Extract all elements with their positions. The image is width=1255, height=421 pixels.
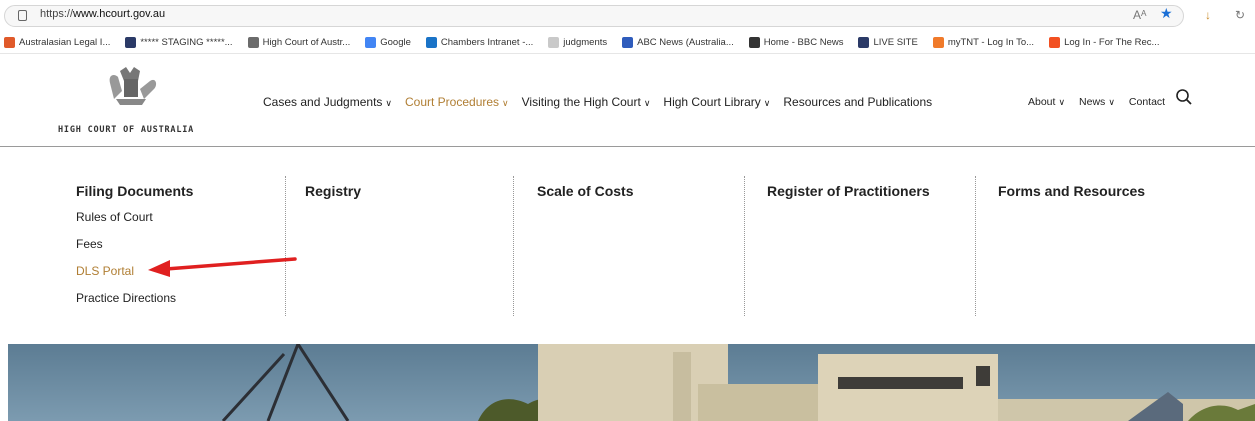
bookmark-favicon-icon bbox=[425, 37, 437, 48]
nav-item[interactable]: Resources and Publications bbox=[783, 95, 932, 109]
menu-column-heading[interactable]: Scale of Costs bbox=[537, 183, 633, 199]
util-nav-item[interactable]: About ∨ bbox=[1028, 96, 1065, 108]
bookmark-label: judgments bbox=[563, 37, 608, 48]
bookmark-favicon-icon bbox=[365, 37, 377, 48]
nav-item-label: Court Procedures bbox=[405, 95, 500, 109]
bookmark-favicon-icon bbox=[4, 37, 15, 48]
chevron-down-icon: ∨ bbox=[502, 98, 509, 108]
bookmark-favicon-icon bbox=[932, 37, 944, 48]
bookmark-favicon-icon bbox=[1049, 37, 1061, 48]
menu-column-heading[interactable]: Filing Documents bbox=[76, 183, 193, 199]
main-navigation: Cases and Judgments ∨ Court Procedures ∨ Vis… bbox=[263, 95, 945, 109]
menu-link[interactable]: Fees bbox=[76, 237, 103, 251]
read-aloud-icon[interactable]: Aᴬ bbox=[1133, 7, 1146, 23]
site-header: HIGH COURT OF AUSTRALIA Cases and Judgme… bbox=[0, 55, 1255, 147]
chevron-down-icon: ∨ bbox=[1108, 97, 1115, 107]
menu-link[interactable]: Practice Directions bbox=[76, 291, 176, 305]
favorite-star-icon[interactable]: ★ bbox=[1160, 5, 1173, 21]
coat-of-arms-logo[interactable] bbox=[100, 63, 162, 107]
chevron-down-icon: ∨ bbox=[643, 98, 651, 108]
util-nav-label: News bbox=[1079, 96, 1106, 108]
bookmark-favicon-icon bbox=[548, 37, 560, 48]
column-divider bbox=[285, 176, 286, 316]
bookmark-item[interactable]: Google bbox=[365, 37, 411, 48]
bookmark-label: myTNT - Log In To... bbox=[947, 37, 1035, 48]
nav-item-label: Resources and Publications bbox=[783, 95, 933, 109]
bookmark-item[interactable]: Home - BBC News bbox=[748, 37, 844, 48]
nav-item[interactable]: Court Procedures ∨ bbox=[405, 95, 509, 109]
util-nav-label: About bbox=[1028, 96, 1056, 108]
column-divider bbox=[744, 176, 745, 316]
menu-link[interactable]: Rules of Court bbox=[76, 210, 153, 224]
chevron-down-icon: ∨ bbox=[1058, 97, 1066, 107]
bookmarks-bar: Australasian Legal I... ***** STAGING ***… bbox=[0, 32, 1255, 54]
bookmark-item[interactable]: Chambers Intranet -... bbox=[425, 37, 534, 48]
annotation-arrow bbox=[148, 257, 297, 277]
browser-address-bar: https://www.hcourt.gov.au Aᴬ ★ ↓ ↻ bbox=[0, 0, 1255, 32]
bookmark-label: High Court of Austr... bbox=[262, 37, 351, 48]
bookmark-label: Home - BBC News bbox=[763, 37, 844, 48]
util-nav-label: Contact bbox=[1128, 96, 1166, 108]
util-nav-item[interactable]: News ∨ bbox=[1079, 96, 1115, 108]
menu-column-heading[interactable]: Forms and Resources bbox=[998, 183, 1145, 199]
bookmark-favicon-icon bbox=[858, 37, 870, 48]
url-host: www.hcourt.gov.au bbox=[73, 8, 166, 20]
bookmark-favicon-icon bbox=[247, 37, 259, 48]
bookmark-favicon-icon bbox=[748, 37, 760, 48]
column-divider bbox=[975, 176, 976, 316]
bookmark-item[interactable]: High Court of Austr... bbox=[247, 37, 351, 48]
url-prefix: https:// bbox=[40, 8, 74, 20]
bookmark-label: Chambers Intranet -... bbox=[440, 37, 534, 48]
nav-item[interactable]: Cases and Judgments ∨ bbox=[263, 95, 392, 109]
menu-column-heading[interactable]: Registry bbox=[305, 183, 361, 199]
nav-item[interactable]: High Court Library ∨ bbox=[663, 95, 770, 109]
bookmark-label: Australasian Legal I... bbox=[19, 37, 111, 48]
hero-building-image bbox=[8, 344, 1255, 421]
url-field[interactable] bbox=[4, 5, 1184, 27]
utility-navigation: About ∨ News ∨ Contact bbox=[1028, 96, 1179, 108]
nav-item[interactable]: Visiting the High Court ∨ bbox=[522, 95, 651, 109]
bookmark-label: ***** STAGING *****... bbox=[140, 37, 233, 48]
bookmark-label: Log In - For The Rec... bbox=[1064, 37, 1160, 48]
download-icon[interactable]: ↓ bbox=[1205, 7, 1211, 23]
search-icon[interactable] bbox=[1175, 88, 1193, 106]
bookmark-item[interactable]: Australasian Legal I... bbox=[4, 37, 110, 48]
chevron-down-icon: ∨ bbox=[763, 98, 771, 108]
bookmark-favicon-icon bbox=[622, 37, 634, 48]
bookmark-label: Google bbox=[380, 37, 411, 48]
menu-column-heading[interactable]: Register of Practitioners bbox=[767, 183, 930, 199]
bookmark-label: ABC News (Australia... bbox=[637, 37, 734, 48]
bookmark-item[interactable]: ABC News (Australia... bbox=[622, 37, 734, 48]
column-divider bbox=[513, 176, 514, 316]
bookmark-item[interactable]: judgments bbox=[548, 37, 607, 48]
refresh-icon[interactable]: ↻ bbox=[1235, 7, 1245, 23]
bookmark-item[interactable]: LIVE SITE bbox=[858, 37, 918, 48]
util-nav-item[interactable]: Contact bbox=[1129, 96, 1165, 108]
bookmark-favicon-icon bbox=[125, 37, 137, 48]
court-procedures-mega-menu: Filing Documents Rules of Court Fees DLS Po… bbox=[0, 148, 1255, 344]
url-text[interactable]: https://www.hcourt.gov.au bbox=[40, 8, 165, 20]
bookmark-item[interactable]: Log In - For The Rec... bbox=[1049, 37, 1159, 48]
nav-item-label: Visiting the High Court bbox=[521, 95, 641, 109]
menu-link[interactable]: DLS Portal bbox=[76, 264, 134, 278]
chevron-down-icon: ∨ bbox=[385, 98, 392, 108]
bookmark-label: LIVE SITE bbox=[873, 37, 918, 48]
nav-item-label: Cases and Judgments bbox=[263, 95, 383, 109]
bookmark-item[interactable]: myTNT - Log In To... bbox=[932, 37, 1035, 48]
site-info-icon[interactable] bbox=[18, 10, 27, 21]
org-name: HIGH COURT OF AUSTRALIA bbox=[58, 125, 195, 135]
nav-item-label: High Court Library bbox=[663, 95, 761, 109]
bookmark-item[interactable]: ***** STAGING *****... bbox=[125, 37, 233, 48]
